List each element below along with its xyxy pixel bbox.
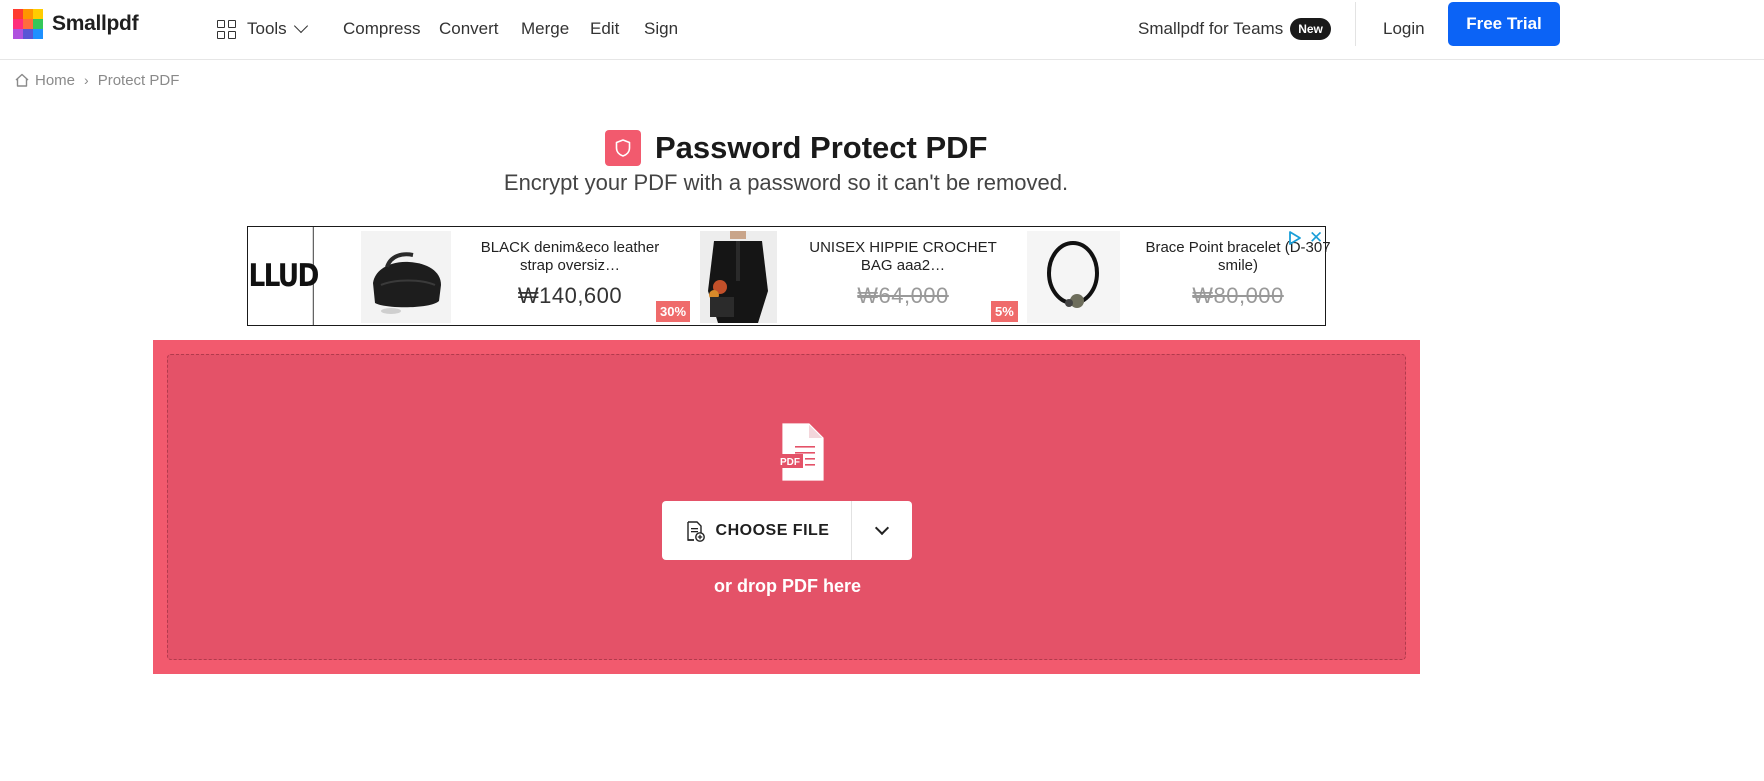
choose-file-group: CHOOSE FILE — [662, 501, 912, 560]
nav-convert[interactable]: Convert — [439, 14, 499, 44]
nav-sign[interactable]: Sign — [644, 14, 678, 44]
ad-item-name[interactable]: UNISEX HIPPIE CROCHET BAG aaa2… — [808, 239, 998, 275]
file-add-icon — [686, 520, 705, 542]
pdf-file-icon: PDF — [777, 423, 824, 481]
person-photo[interactable] — [700, 231, 777, 323]
adchoices-icon[interactable] — [1287, 230, 1303, 246]
page-title: Password Protect PDF — [655, 130, 988, 165]
breadcrumb-home[interactable]: Home — [35, 72, 75, 89]
header-divider — [1355, 2, 1356, 46]
breadcrumb-current: Protect PDF — [97, 71, 180, 89]
grid-icon — [217, 19, 236, 39]
discount-badge: 5% — [991, 301, 1018, 322]
chevron-down-icon — [874, 520, 890, 536]
pdf-badge-label: PDF — [780, 457, 800, 468]
smallpdf-logo[interactable]: Smallpdf — [13, 9, 139, 39]
nav-merge[interactable]: Merge — [521, 14, 569, 44]
home-icon — [15, 73, 29, 87]
drop-hint: or drop PDF here — [713, 576, 861, 596]
chevron-down-icon — [293, 18, 308, 34]
page-subtitle: Encrypt your PDF with a password so it c… — [503, 170, 1069, 195]
breadcrumb-separator: › — [84, 72, 89, 88]
free-trial-button[interactable]: Free Trial — [1448, 2, 1560, 46]
breadcrumb: Home › Protect PDF — [14, 70, 179, 90]
ad-item-name[interactable]: BLACK denim&eco leather strap oversiz… — [475, 239, 665, 275]
discount-badge: 30% — [656, 301, 691, 322]
choose-file-dropdown[interactable] — [852, 501, 912, 560]
choose-file-label: CHOOSE FILE — [715, 521, 830, 539]
bag-photo[interactable] — [361, 231, 451, 323]
close-icon[interactable]: ✕ — [1309, 228, 1323, 248]
smallpdf-logo-icon — [13, 9, 43, 39]
nav-edit[interactable]: Edit — [590, 14, 619, 44]
new-badge: New — [1290, 18, 1331, 40]
ad-brand-logo: LLUD — [249, 227, 319, 325]
teams-link[interactable]: Smallpdf for Teams New — [1138, 13, 1331, 45]
ad-item-price: ₩80,000 — [1192, 283, 1284, 308]
ad-item-price: ₩140,600 — [517, 283, 623, 308]
login-link[interactable]: Login — [1383, 14, 1425, 44]
drop-zone[interactable]: PDF CHOOSE FILE or drop PDF here — [167, 354, 1406, 660]
ad-item-name[interactable]: Brace Point bracelet (D-307 smile) — [1143, 239, 1333, 275]
bracelet-photo[interactable] — [1027, 231, 1120, 323]
choose-file-button[interactable]: CHOOSE FILE — [662, 501, 852, 560]
shield-icon — [605, 130, 641, 166]
tools-label: Tools — [247, 19, 287, 38]
ad-banner[interactable]: LLUD BLACK denim&eco leather strap overs… — [247, 226, 1331, 326]
tools-menu[interactable]: Tools — [217, 14, 308, 44]
page-title-row: Password Protect PDF — [605, 128, 987, 168]
teams-label: Smallpdf for Teams — [1138, 19, 1284, 38]
ad-item-price: ₩64,000 — [857, 283, 949, 308]
logo-text: Smallpdf — [52, 12, 139, 35]
nav-compress[interactable]: Compress — [343, 14, 420, 44]
upload-area[interactable]: PDF CHOOSE FILE or drop PDF here — [153, 340, 1420, 674]
top-header: Smallpdf Tools Compress Convert Merge Ed… — [0, 0, 1764, 60]
